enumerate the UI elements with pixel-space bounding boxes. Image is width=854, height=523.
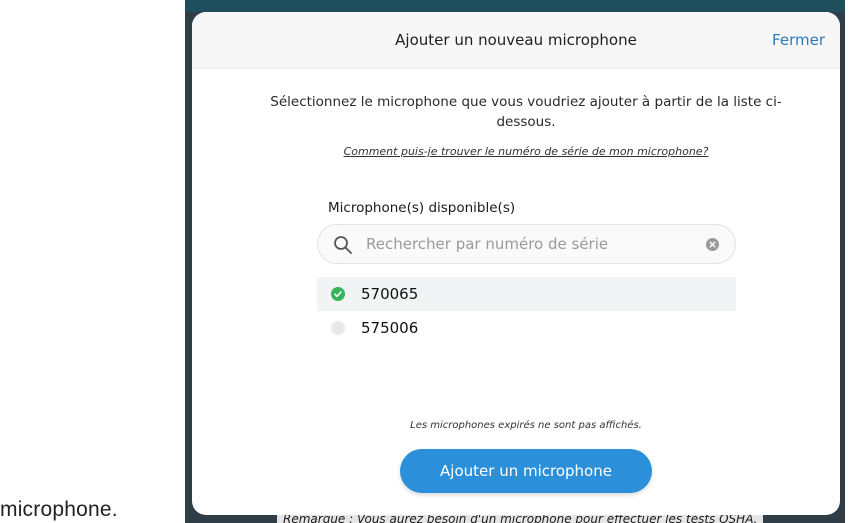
- available-microphones-label: Microphone(s) disponible(s): [328, 200, 516, 216]
- search-icon: [333, 235, 353, 255]
- microphone-serial: 570065: [361, 285, 419, 303]
- instructions-text: Sélectionnez le microphone que vous voud…: [270, 94, 782, 130]
- dialog-header: Ajouter un nouveau microphone Fermer: [192, 12, 840, 69]
- microphone-serial: 575006: [361, 319, 419, 337]
- microphone-option[interactable]: 575006: [317, 311, 736, 345]
- underlying-header-bar: [185, 0, 845, 12]
- expired-microphones-note: Les microphones expirés ne sont pas affi…: [410, 420, 642, 431]
- search-field[interactable]: [317, 224, 736, 264]
- microphone-option[interactable]: 570065: [317, 277, 736, 311]
- microphone-list: 570065 575006: [317, 277, 736, 345]
- underlying-page-text: microphone.: [0, 498, 118, 521]
- add-microphone-dialog: Ajouter un nouveau microphone Fermer Sél…: [192, 12, 840, 515]
- radio-unchecked-icon: [331, 321, 345, 335]
- search-input[interactable]: [366, 233, 696, 255]
- dialog-title: Ajouter un nouveau microphone: [395, 31, 637, 49]
- close-button[interactable]: Fermer: [772, 31, 825, 49]
- clear-icon[interactable]: [706, 238, 719, 251]
- serial-help-link[interactable]: Comment puis-je trouver le numéro de sér…: [252, 145, 800, 158]
- check-icon: [331, 287, 345, 301]
- add-microphone-button[interactable]: Ajouter un microphone: [400, 449, 652, 493]
